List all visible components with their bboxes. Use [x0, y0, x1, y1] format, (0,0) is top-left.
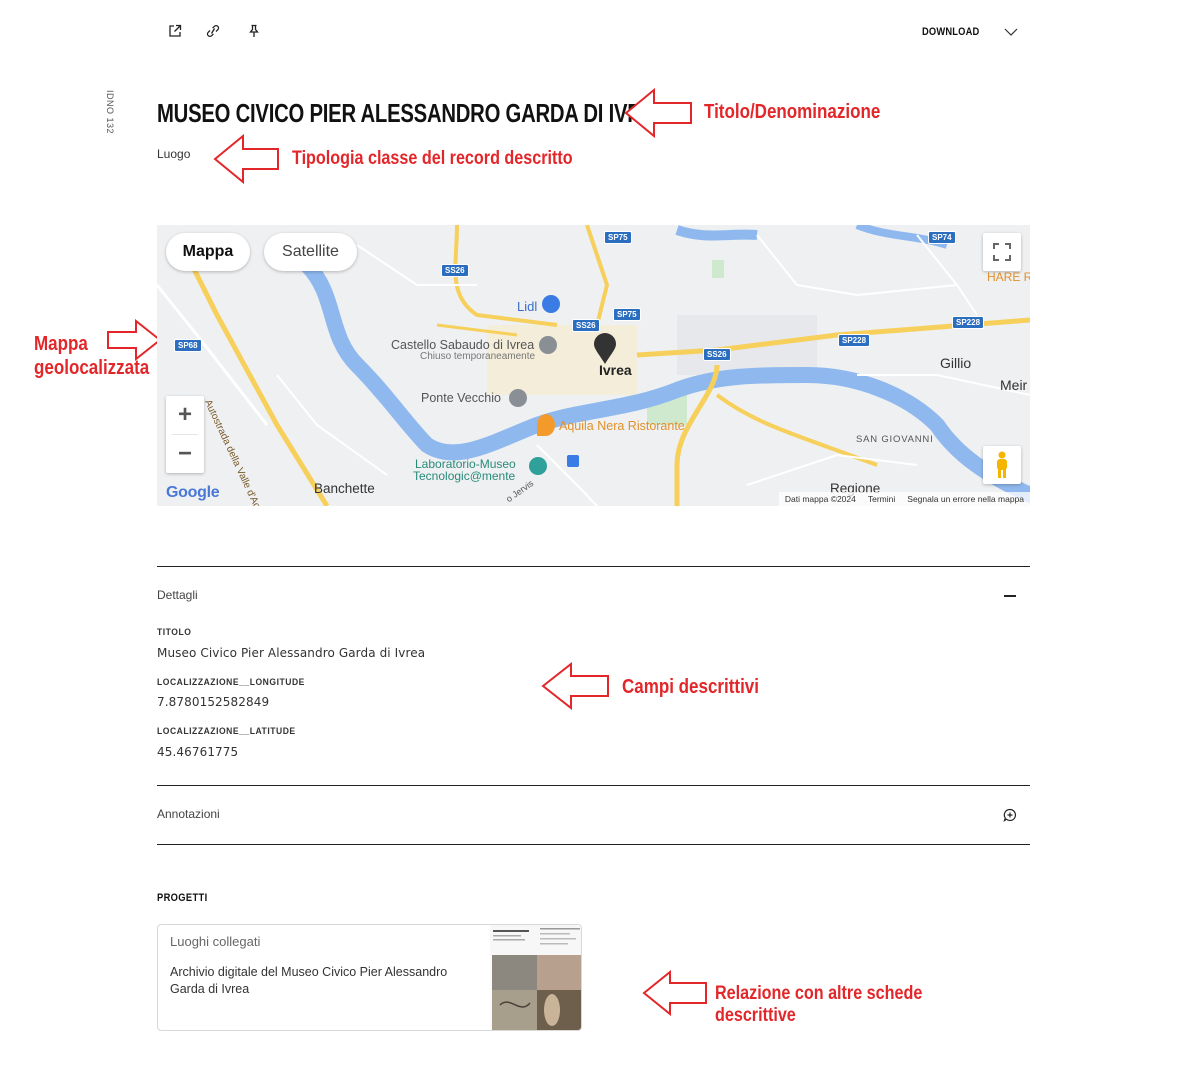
zoom-control: + −: [166, 396, 204, 473]
road-shield: SS26: [572, 319, 600, 332]
divider: [157, 844, 1030, 845]
map-label: Castello Sabaudo di Ivrea: [391, 338, 535, 352]
chevron-down-icon: [1004, 28, 1018, 36]
page-title: Museo Civico Pier Alessandro Garda di Iv…: [157, 98, 670, 128]
map-label: Lidl: [517, 299, 538, 314]
road-shield: SS26: [441, 264, 469, 277]
map-type-satellite-button[interactable]: Satellite: [264, 233, 357, 271]
annotation-arrow-fields: [541, 662, 609, 710]
pin-icon[interactable]: [245, 22, 263, 40]
map-label: SAN GIOVANNI: [856, 434, 934, 445]
download-label: DOWNLOAD: [922, 26, 980, 38]
map-label: HARE R: [987, 270, 1030, 284]
collapse-icon[interactable]: [1004, 595, 1016, 597]
map-label: Aquila Nera Ristorante: [559, 419, 685, 433]
map-terms-link[interactable]: Termini: [868, 494, 895, 504]
road-shield: SP68: [174, 339, 202, 352]
annotation-title: Titolo/Denominazione: [704, 101, 881, 123]
map-footer: Dati mappa ©2024 Termini Segnala un erro…: [778, 492, 1030, 506]
idno-label: IDNO 132: [105, 90, 115, 135]
link-icon[interactable]: [204, 22, 222, 40]
map-data-credit: Dati mappa ©2024: [784, 494, 856, 504]
field-label: LOCALIZZAZIONE__LATITUDE: [157, 726, 296, 737]
shopping-cart-icon[interactable]: [542, 295, 560, 313]
map-label: Ponte Vecchio: [421, 391, 501, 405]
annotation-arrow-map: [107, 319, 162, 361]
map-report-link[interactable]: Segnala un errore nella mappa: [907, 494, 1024, 504]
annotation-arrow-type: [213, 134, 279, 184]
map-label: Meir: [1000, 377, 1028, 393]
bridge-icon[interactable]: [509, 389, 527, 407]
road-shield: SP228: [838, 334, 871, 347]
card-thumbnail: [490, 925, 581, 1030]
annotation-type: Tipologia classe del record descritto: [292, 148, 573, 169]
external-link-icon[interactable]: [166, 22, 184, 40]
map-type-map-button[interactable]: Mappa: [166, 233, 250, 271]
divider: [157, 785, 1030, 786]
street-view-pegman-icon[interactable]: [983, 446, 1021, 484]
field-label: TITOLO: [157, 627, 192, 638]
road-shield: SP74: [928, 231, 956, 244]
road-shield: SP75: [604, 231, 632, 244]
road-shield: SP228: [952, 316, 985, 329]
map-label: Gillio: [940, 355, 972, 371]
google-logo-text: Google: [166, 484, 220, 501]
download-menu[interactable]: DOWNLOAD: [922, 26, 1018, 38]
details-heading[interactable]: Dettagli: [157, 588, 198, 602]
annotation-arrow-relations: [642, 970, 707, 1016]
annotation-arrow-title: [624, 88, 692, 138]
record-type: Luogo: [157, 147, 191, 161]
map-label: Banchette: [314, 481, 375, 496]
map-label: Chiuso temporaneamente: [420, 351, 536, 362]
annotation-fields: Campi descrittivi: [622, 676, 759, 698]
card-type: Luoghi collegati: [170, 934, 261, 949]
card-title: Archivio digitale del Museo Civico Pier …: [170, 965, 448, 996]
zoom-out-button[interactable]: −: [166, 435, 204, 473]
road-shield: SP75: [613, 308, 641, 321]
map[interactable]: SP75 SP74 SS26 SP75 SS26 SP68 SS26 SP228…: [157, 225, 1030, 506]
museum-icon[interactable]: [529, 457, 547, 475]
related-project-card[interactable]: Luoghi collegati Archivio digitale del M…: [157, 924, 582, 1031]
restaurant-icon[interactable]: [537, 414, 555, 436]
field-value: 45.46761775: [157, 745, 239, 759]
bus-stop-icon[interactable]: [567, 455, 579, 467]
notes-heading[interactable]: Annotazioni: [157, 807, 220, 821]
road-shield: SS26: [703, 348, 731, 361]
add-comment-icon[interactable]: [1003, 808, 1017, 822]
google-logo: Google: [166, 484, 220, 502]
annotation-relations-line2: descrittive: [715, 1005, 796, 1026]
map-label: Tecnologic@mente: [413, 469, 516, 483]
field-value: Museo Civico Pier Alessandro Garda di Iv…: [157, 646, 426, 660]
projects-heading: PROGETTI: [157, 892, 208, 904]
castle-icon[interactable]: [539, 336, 557, 354]
annotation-relations-line1: Relazione con altre schede: [715, 983, 923, 1004]
field-label: LOCALIZZAZIONE__LONGITUDE: [157, 677, 305, 688]
fullscreen-icon[interactable]: [983, 233, 1021, 271]
divider: [157, 566, 1030, 567]
location-pin-icon[interactable]: [593, 333, 617, 365]
annotation-map-line1: Mappa: [34, 333, 88, 355]
field-value: 7.8780152582849: [157, 695, 270, 709]
zoom-in-button[interactable]: +: [166, 396, 204, 434]
